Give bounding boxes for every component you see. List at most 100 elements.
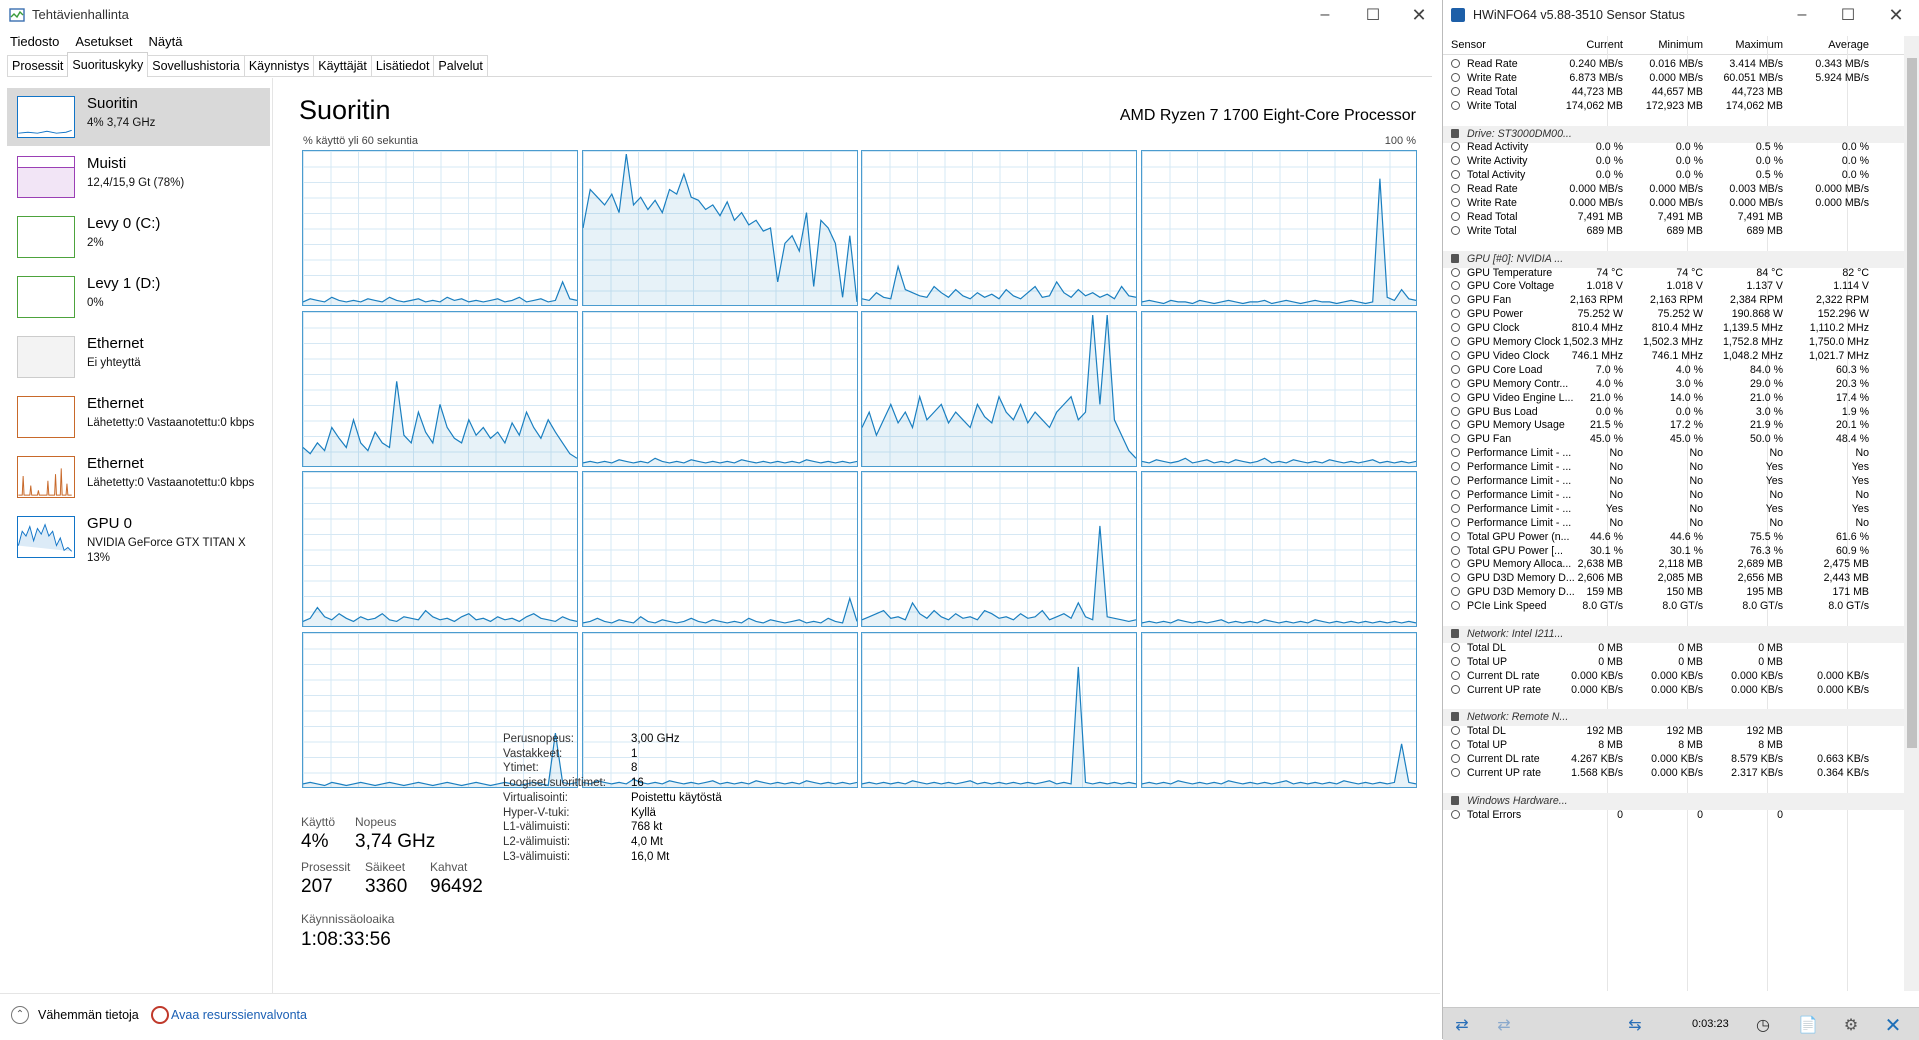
resource-disk-0[interactable]: Levy 0 (C:) 2% [7,208,270,266]
usage-label: Käyttö [301,815,336,829]
sensor-average: 171 MB [1832,586,1869,599]
resource-name: Muisti [87,155,127,172]
sensor-row[interactable]: Write Total 174,062 MB 172,923 MB 174,062 M… [1443,98,1905,115]
sensor-average: Yes [1851,475,1869,487]
sensor-maximum: No [1769,488,1783,501]
resource-name: Suoritin [87,95,138,112]
sensor-row[interactable]: Write Total 689 MB 689 MB 689 MB [1443,223,1905,240]
tab-startup[interactable]: Käynnistys [243,55,315,76]
sensor-icon [1451,86,1460,96]
tab-processes[interactable]: Prosessit [7,55,69,76]
tab-app-history[interactable]: Sovellushistoria [147,55,245,76]
sensor-average: 1.114 V [1833,280,1869,293]
sensor-average: 60.9 % [1836,544,1869,557]
vertical-scrollbar[interactable] [1904,36,1919,991]
hwinfo-close-button[interactable]: ✕ [1873,0,1919,30]
minimize-button[interactable]: – [1302,0,1348,30]
menu-view[interactable]: Näytä [148,32,182,49]
disk-1-thumbnail [17,276,75,318]
graph-caption: % käyttö yli 60 sekuntia [303,135,418,147]
report-icon[interactable]: 📄 [1791,1014,1825,1036]
tab-performance[interactable]: Suorituskyky [67,52,149,77]
header-average[interactable]: Average [1828,39,1869,51]
nav-arrows-disabled-icon[interactable]: ⇄ [1487,1014,1521,1036]
sensor-name: Total DL [1467,725,1506,738]
header-maximum[interactable]: Maximum [1735,39,1783,51]
sensor-average: 0.000 KB/s [1817,669,1869,682]
sensor-minimum: No [1689,488,1703,501]
sensor-minimum: 17.2 % [1670,419,1703,432]
spec-key: Loogiset suorittimet: [503,777,606,790]
close-button[interactable]: ✕ [1396,0,1442,30]
resource-monitor-icon[interactable] [151,1006,169,1024]
sensor-name: Performance Limit - ... [1467,447,1572,460]
tab-services[interactable]: Palvelut [433,55,488,76]
header-minimum[interactable]: Minimum [1658,39,1703,51]
sensor-minimum: 150 MB [1666,586,1703,599]
scrollbar-thumb[interactable] [1907,58,1917,748]
sensor-icon [1451,434,1460,444]
spec-key: L3-välimuisti: [503,850,571,863]
header-current[interactable]: Current [1586,39,1623,51]
tab-users[interactable]: Käyttäjät [313,55,372,76]
resource-memory[interactable]: Muisti 12,4/15,9 Gt (78%) [7,148,270,206]
sensor-row[interactable]: Current UP rate 1.568 KB/s 0.000 KB/s 2.317… [1443,765,1905,782]
sensor-maximum: 2,656 MB [1737,572,1783,585]
resource-disk-1[interactable]: Levy 1 (D:) 0% [7,268,270,326]
cpu-core-graph-14 [861,632,1137,788]
sensor-name: Total GPU Power (n... [1467,530,1570,543]
spec-key: Vastakkeet: [503,747,563,760]
open-resource-monitor-link[interactable]: Avaa resurssienvalvonta [171,1008,307,1022]
sensor-average: 20.1 % [1836,419,1869,432]
nav-arrows-icon[interactable]: ⇄ [1445,1014,1479,1036]
chevron-up-icon[interactable]: ⌃ [11,1006,29,1024]
sensor-icon [1451,545,1460,555]
sensor-average: 152.296 W [1817,308,1869,321]
resource-ethernet-1[interactable]: Ethernet Ei yhteyttä [7,328,270,386]
sensor-icon [1451,517,1460,527]
sensor-name: GPU Temperature [1467,266,1553,279]
resource-ethernet-2[interactable]: Ethernet Lähetetty:0 Vastaanotettu:0 kbp… [7,388,270,446]
hwinfo-maximize-button[interactable]: ☐ [1825,0,1871,30]
network-icon[interactable]: ⇆ [1618,1014,1652,1036]
resource-cpu[interactable]: Suoritin 4% 3,74 GHz [7,88,270,146]
clock-icon[interactable]: ◷ [1746,1014,1780,1036]
core-usage-plot [583,778,857,787]
spec-key: Virtualisointi: [503,791,568,804]
header-sensor[interactable]: Sensor [1451,39,1486,51]
cpu-core-graphs [302,150,1417,788]
sensor-minimum: 0.000 MB/s [1649,197,1703,209]
spec-value: 16 [631,777,644,790]
sensor-average: 20.3 % [1836,377,1869,390]
sensor-maximum: 50.0 % [1750,433,1783,446]
core-usage-plot [1142,619,1416,626]
sensor-average: 17.4 % [1836,391,1869,404]
sensor-name: GPU Core Voltage [1467,280,1555,293]
sensor-row[interactable]: PCIe Link Speed 8.0 GT/s 8.0 GT/s 8.0 GT/s 8… [1443,598,1905,615]
sensor-current: 1,502.3 MHz [1562,336,1623,348]
sensor-icon [1451,156,1460,166]
sensor-icon [1451,462,1460,472]
speed-value: 3,74 GHz [355,831,436,852]
menu-options[interactable]: Asetukset [75,32,132,49]
sensor-minimum: 75.252 W [1657,308,1703,321]
sensor-average: 0.000 MB/s [1815,197,1869,209]
resource-sub: Lähetetty:0 Vastaanotettu:0 kbps [87,417,255,429]
maximize-button[interactable]: ☐ [1350,0,1396,30]
sensor-row[interactable]: Total Errors 0 0 0 [1443,807,1905,824]
resource-ethernet-3[interactable]: Ethernet Lähetetty:0 Vastaanotettu:0 kbp… [7,448,270,506]
sensor-minimum: 8 MB [1678,739,1703,752]
hwinfo-minimize-button[interactable]: – [1779,0,1825,30]
resource-gpu-0[interactable]: GPU 0 NVIDIA GeForce GTX TITAN X 13% [7,508,270,566]
sensor-minimum: No [1689,475,1703,487]
exit-icon[interactable]: ✕ [1876,1014,1910,1037]
tab-details[interactable]: Lisätiedot [370,55,435,76]
device-icon [1451,795,1459,805]
core-usage-plot [303,606,577,626]
settings-gear-icon[interactable]: ⚙ [1834,1014,1868,1036]
usage-value: 4% [301,831,329,852]
sensor-row[interactable]: Current UP rate 0.000 KB/s 0.000 KB/s 0.000… [1443,682,1905,699]
fewer-details-link[interactable]: Vähemmän tietoja [38,1008,139,1022]
sensor-average: 0.343 MB/s [1815,58,1869,70]
menu-file[interactable]: Tiedosto [10,32,59,49]
